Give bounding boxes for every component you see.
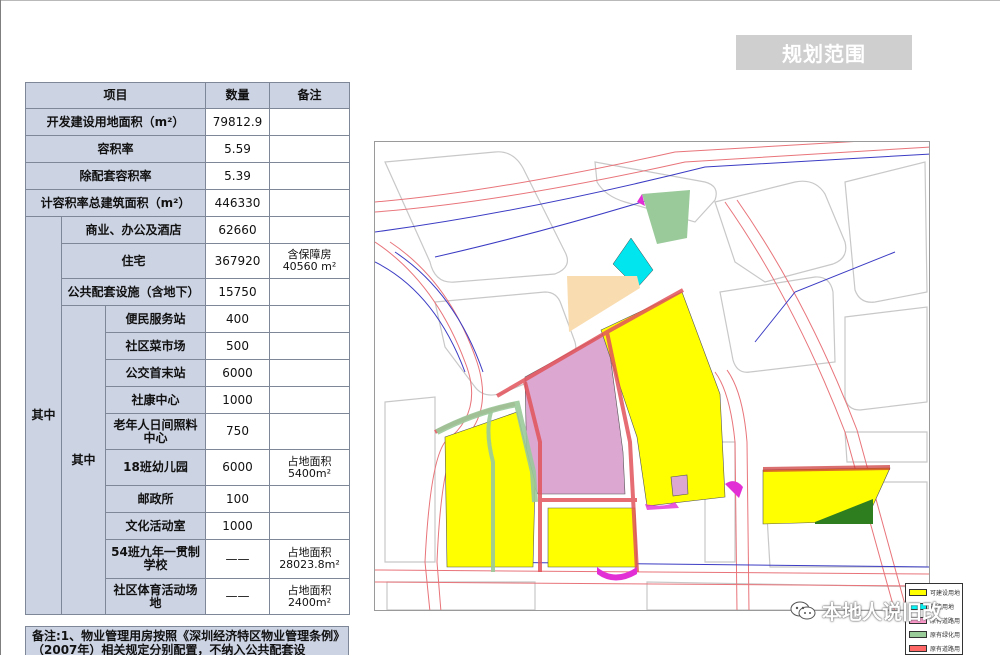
block-outline xyxy=(384,396,436,563)
sub-row-note xyxy=(269,216,350,244)
top-border xyxy=(0,0,1000,1)
nested-row-value: —— xyxy=(205,578,270,615)
road-line xyxy=(724,201,895,610)
row-note xyxy=(269,108,350,136)
legend-swatch xyxy=(909,631,927,638)
legend-swatch xyxy=(909,645,927,652)
group-label: 其中 xyxy=(25,216,62,615)
block-outline xyxy=(386,581,536,610)
table-footnote: 备注:1、物业管理用房按照《深圳经济特区物业管理条例》（2007年）相关规定分别… xyxy=(25,626,349,655)
nested-row-label: 54班九年一贯制学校 xyxy=(105,539,206,579)
row-label: 除配套容积率 xyxy=(25,162,206,190)
nested-row-label: 公交首末站 xyxy=(105,359,206,387)
row-note xyxy=(269,135,350,163)
sub-row-value: 62660 xyxy=(205,216,270,244)
nested-row-value: 750 xyxy=(205,413,270,450)
nested-row-note: 占地面积 28023.8m² xyxy=(269,539,350,579)
nested-row-value: —— xyxy=(205,539,270,579)
nested-row-note xyxy=(269,485,350,513)
nested-row-note xyxy=(269,359,350,387)
residential-zone-south xyxy=(547,507,638,568)
sub-row-label: 公共配套设施（含地下） xyxy=(61,278,206,306)
nested-row-label: 18班幼儿园 xyxy=(105,449,206,486)
row-value: 5.39 xyxy=(205,162,270,190)
sub-row-note xyxy=(269,278,350,306)
legend-swatch xyxy=(909,589,927,596)
nested-row-value: 1000 xyxy=(205,386,270,414)
row-label: 开发建设用地面积（m²） xyxy=(25,108,206,136)
site-plan-map xyxy=(374,141,930,611)
sub-row-note: 含保障房 40560 m² xyxy=(269,243,350,279)
rail-line xyxy=(474,561,929,568)
row-value: 79812.9 xyxy=(205,108,270,136)
row-value: 5.59 xyxy=(205,135,270,163)
nested-row-label: 社康中心 xyxy=(105,386,206,414)
legend-item: 原有道路用地 xyxy=(909,643,962,654)
sub-row-label: 商业、办公及酒店 xyxy=(61,216,206,244)
block-outline xyxy=(844,306,928,411)
block-outline xyxy=(844,431,928,463)
page-title: 规划范围 xyxy=(736,35,912,70)
watermark: 本地人说旧改 xyxy=(790,596,942,625)
row-label: 容积率 xyxy=(25,135,206,163)
nested-row-label: 社区体育活动场地 xyxy=(105,578,206,615)
nested-row-note xyxy=(269,332,350,360)
road-line xyxy=(736,199,907,610)
nested-row-value: 400 xyxy=(205,305,270,333)
nested-row-note xyxy=(269,512,350,540)
nested-row-value: 6000 xyxy=(205,359,270,387)
planning-table: 项目 数量 备注 开发建设用地面积（m²） 79812.9 容积率 5.59 除… xyxy=(25,82,350,615)
nested-row-note: 占地面积 5400m² xyxy=(269,449,350,486)
magenta-zone-east xyxy=(725,481,743,498)
header-remark: 备注 xyxy=(269,82,350,109)
header-item: 项目 xyxy=(25,82,206,109)
header-quantity: 数量 xyxy=(205,82,270,109)
nested-row-label: 邮政所 xyxy=(105,485,206,513)
block-outline xyxy=(384,151,568,283)
nested-row-value: 1000 xyxy=(205,512,270,540)
wechat-icon xyxy=(790,601,816,619)
watermark-text: 本地人说旧改 xyxy=(822,600,942,624)
legend-label: 原有绿化用地 xyxy=(930,632,960,639)
sub-row-label: 住宅 xyxy=(61,243,206,279)
nested-group-label: 其中 xyxy=(61,305,106,615)
green-zone-top xyxy=(642,190,690,244)
row-label: 计容积率总建筑面积（m²） xyxy=(25,189,206,217)
legend-label: 原有道路用地 xyxy=(930,646,960,653)
row-note xyxy=(269,162,350,190)
left-border xyxy=(0,0,1,655)
sub-row-value: 15750 xyxy=(205,278,270,306)
nested-row-note xyxy=(269,386,350,414)
sub-row-value: 367920 xyxy=(205,243,270,279)
nested-row-value: 500 xyxy=(205,332,270,360)
row-note xyxy=(269,189,350,217)
row-value: 446330 xyxy=(205,189,270,217)
nested-row-note xyxy=(269,413,350,450)
nested-row-value: 6000 xyxy=(205,449,270,486)
nested-row-note: 占地面积 2400m² xyxy=(269,578,350,615)
block-outline xyxy=(844,161,928,303)
nested-row-value: 100 xyxy=(205,485,270,513)
block-outline xyxy=(714,180,847,283)
site-plan-drawing xyxy=(375,142,929,610)
magenta-zone-south xyxy=(597,567,637,581)
road-line xyxy=(375,569,929,575)
legend-item: 原有绿化用地 xyxy=(909,629,962,640)
nested-row-note xyxy=(269,305,350,333)
small-facility xyxy=(670,474,689,497)
nested-row-label: 文化活动室 xyxy=(105,512,206,540)
block-outline xyxy=(719,276,836,373)
nested-row-label: 便民服务站 xyxy=(105,305,206,333)
nested-row-label: 老年人日间照料中心 xyxy=(105,413,206,450)
nested-row-label: 社区菜市场 xyxy=(105,332,206,360)
